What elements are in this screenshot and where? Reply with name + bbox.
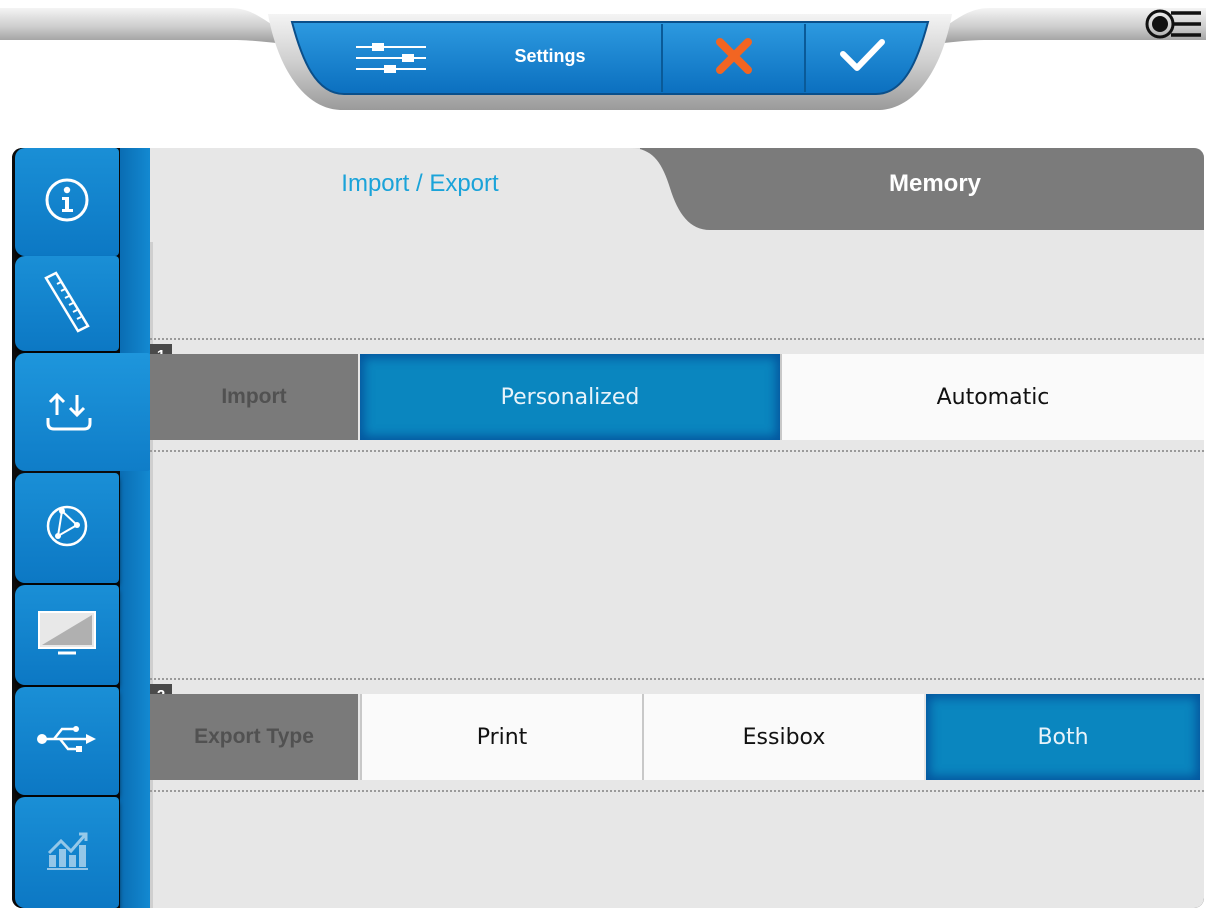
sidebar: [12, 148, 151, 908]
sidebar-item-display[interactable]: [15, 585, 119, 685]
import-row: 1 Import Personalized Automatic: [150, 338, 1204, 452]
import-label: Import: [150, 354, 358, 440]
export-option-essibox[interactable]: Essibox: [642, 694, 924, 780]
usb-icon: [36, 724, 98, 758]
import-export-icon: [45, 387, 93, 437]
tab-memory-label: Memory: [888, 170, 982, 197]
ruler-icon: [42, 270, 92, 338]
sliders-icon: [354, 40, 428, 80]
check-icon: [838, 36, 886, 80]
export-option-both[interactable]: Both: [926, 694, 1200, 780]
cancel-button[interactable]: [664, 22, 804, 94]
content-area: Import / Export Memory 1 Import Personal…: [150, 148, 1204, 908]
export-type-row: 2 Export Type Print Essibox Both: [150, 678, 1204, 792]
sidebar-item-usb[interactable]: [15, 687, 119, 795]
settings-panel: Import / Export Memory 1 Import Personal…: [12, 148, 1204, 908]
display-icon: [36, 609, 98, 661]
sidebar-item-info[interactable]: [15, 148, 119, 256]
import-option-automatic[interactable]: Automatic: [780, 354, 1204, 440]
tab-import-export[interactable]: Import / Export: [210, 170, 630, 198]
confirm-button[interactable]: [806, 22, 918, 94]
settings-label: Settings: [514, 46, 586, 66]
sidebar-item-network[interactable]: [15, 473, 119, 583]
sidebar-rail: [120, 148, 150, 908]
sidebar-item-import-export[interactable]: [15, 353, 151, 471]
settings-button[interactable]: [330, 22, 660, 94]
network-icon: [44, 503, 90, 553]
info-icon: [44, 177, 90, 227]
statistics-icon: [45, 831, 89, 875]
export-type-label: Export Type: [150, 694, 358, 780]
sidebar-item-measure[interactable]: [15, 256, 119, 351]
sidebar-item-statistics[interactable]: [15, 797, 119, 908]
import-option-personalized[interactable]: Personalized: [360, 354, 780, 440]
close-icon: [714, 36, 754, 80]
export-option-print[interactable]: Print: [360, 694, 642, 780]
menu-icon[interactable]: [1145, 4, 1203, 44]
top-toolbar: Settings: [0, 0, 1206, 110]
